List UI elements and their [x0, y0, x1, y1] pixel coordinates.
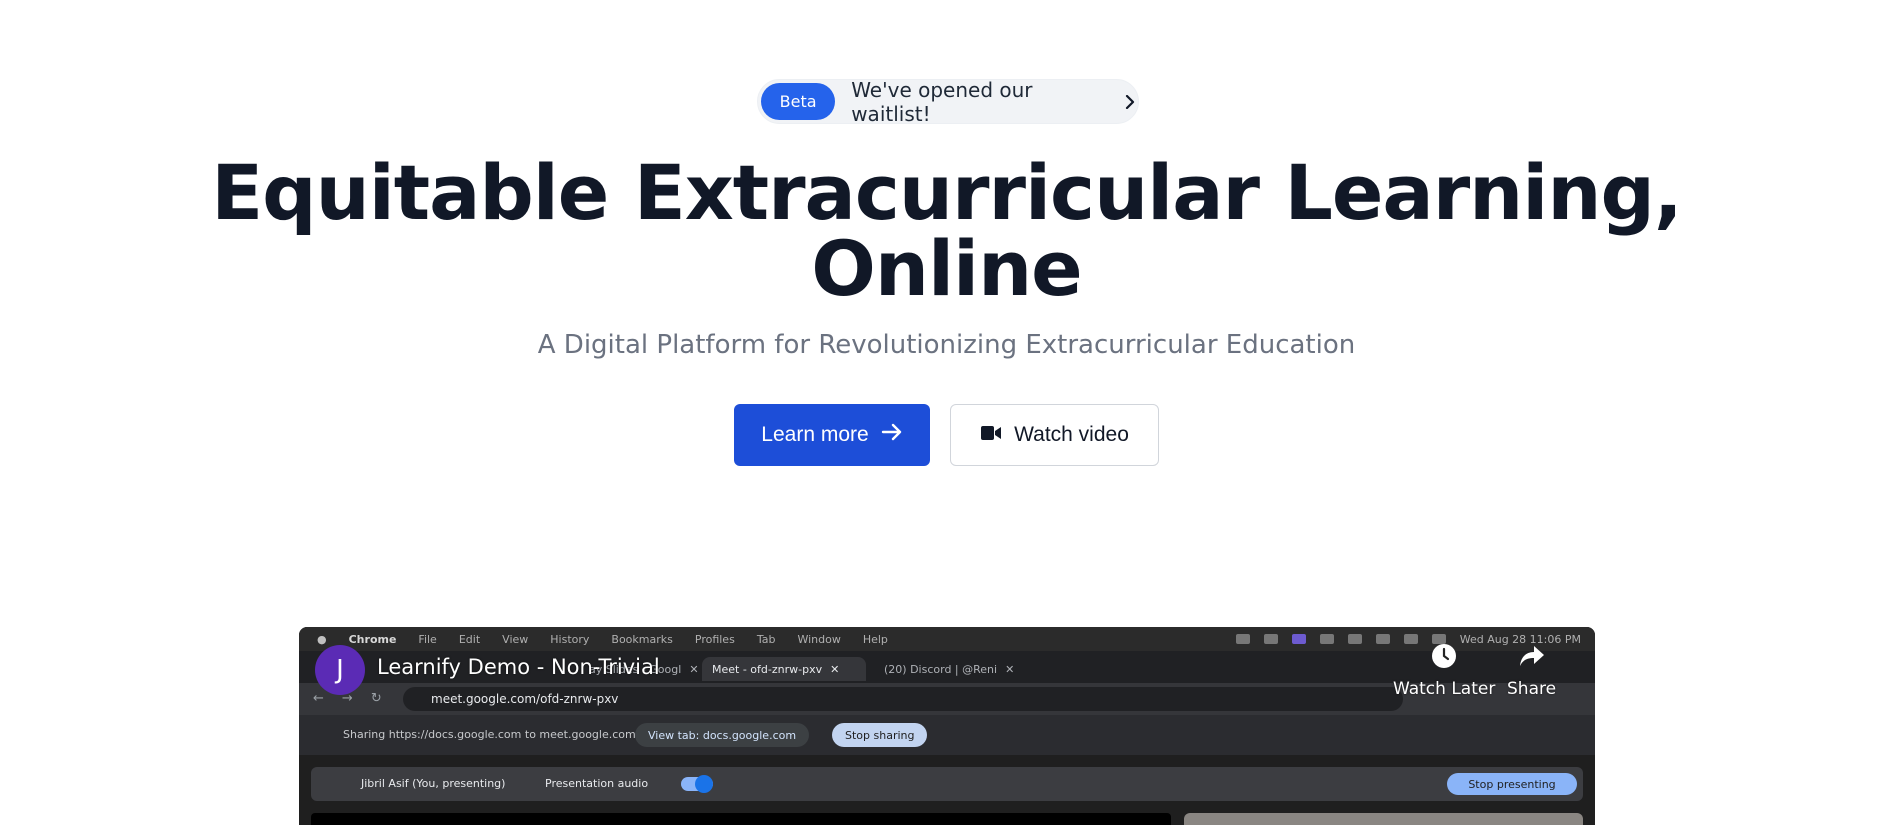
status-icon: [1291, 634, 1306, 644]
stop-sharing-chip: Stop sharing: [832, 723, 928, 747]
url-field: meet.google.com/ofd-znrw-pxv: [403, 687, 1403, 711]
share-icon: [1518, 643, 1546, 674]
apple-icon: ●: [317, 632, 327, 646]
watch-later-button[interactable]: Watch Later: [1393, 643, 1495, 699]
back-icon: ←: [313, 691, 324, 706]
camera-pane: [1184, 813, 1583, 825]
tab-title: Meet - ofd-znrw-pxv: [712, 662, 823, 676]
status-icon: [1319, 634, 1334, 644]
battery-icon: [1375, 634, 1390, 644]
watch-video-label: Watch video: [1014, 423, 1129, 446]
beta-pill: Beta: [761, 83, 836, 120]
presentation-pane: [311, 813, 1171, 825]
menu-edit: Edit: [458, 632, 481, 646]
stop-presenting-chip: Stop presenting: [1447, 773, 1577, 795]
reload-icon: ↻: [370, 691, 382, 706]
waitlist-text: We've opened our waitlist!: [851, 77, 1033, 126]
close-icon: ✕: [830, 662, 840, 676]
watch-video-button[interactable]: Watch video: [950, 404, 1159, 466]
page-title: Equitable Extracurricular Learning, Onli…: [200, 155, 1693, 307]
sharing-bar: Sharing https://docs.google.com to meet.…: [299, 715, 1595, 755]
menu-window: Window: [797, 632, 841, 646]
share-button[interactable]: Share: [1507, 643, 1556, 699]
menu-file: File: [418, 632, 437, 646]
menu-view: View: [502, 632, 529, 646]
channel-avatar[interactable]: J: [315, 645, 365, 695]
browser-tab: (20) Discord | @Reni ✕: [874, 657, 1064, 681]
learn-more-button[interactable]: Learn more: [734, 404, 930, 466]
clock-icon: [1431, 643, 1457, 674]
menu-tab: Tab: [756, 632, 776, 646]
title-line-2: Online: [811, 224, 1082, 313]
menu-help: Help: [862, 632, 888, 646]
menu-profiles: Profiles: [694, 632, 735, 646]
presenter-name: Jibril Asif (You, presenting): [361, 777, 506, 790]
audio-toggle: [681, 775, 713, 793]
video-camera-icon: [980, 423, 1002, 447]
browser-tab-active: Meet - ofd-znrw-pxv ✕: [702, 657, 866, 681]
close-icon: ✕: [1005, 662, 1015, 676]
arrow-right-icon: [881, 423, 903, 447]
close-icon: ✕: [689, 662, 699, 676]
video-title[interactable]: Learnify Demo - Non-Trivial: [377, 655, 660, 679]
menu-chrome: Chrome: [348, 632, 397, 646]
menu-history: History: [550, 632, 590, 646]
menu-bookmarks: Bookmarks: [611, 632, 673, 646]
status-icon: [1263, 634, 1278, 644]
waitlist-badge[interactable]: Beta We've opened our waitlist!: [757, 77, 1139, 126]
view-tab-chip: View tab: docs.google.com: [635, 723, 810, 747]
presenting-bar: Jibril Asif (You, presenting) Presentati…: [311, 767, 1583, 801]
tab-title: (20) Discord | @Reni: [884, 662, 998, 676]
status-icon: [1235, 634, 1250, 644]
presentation-audio-label: Presentation audio: [545, 777, 649, 790]
sharing-text: Sharing https://docs.google.com to meet.…: [343, 728, 636, 741]
chevron-right-icon: [1123, 94, 1138, 110]
page-subtitle: A Digital Platform for Revolutionizing E…: [537, 330, 1356, 360]
video-player[interactable]: ● Chrome File Edit View History Bookmark…: [299, 627, 1595, 825]
watch-later-label: Watch Later: [1393, 679, 1496, 699]
status-icon: [1347, 634, 1362, 644]
learn-more-label: Learn more: [761, 423, 869, 446]
share-label: Share: [1507, 679, 1557, 699]
